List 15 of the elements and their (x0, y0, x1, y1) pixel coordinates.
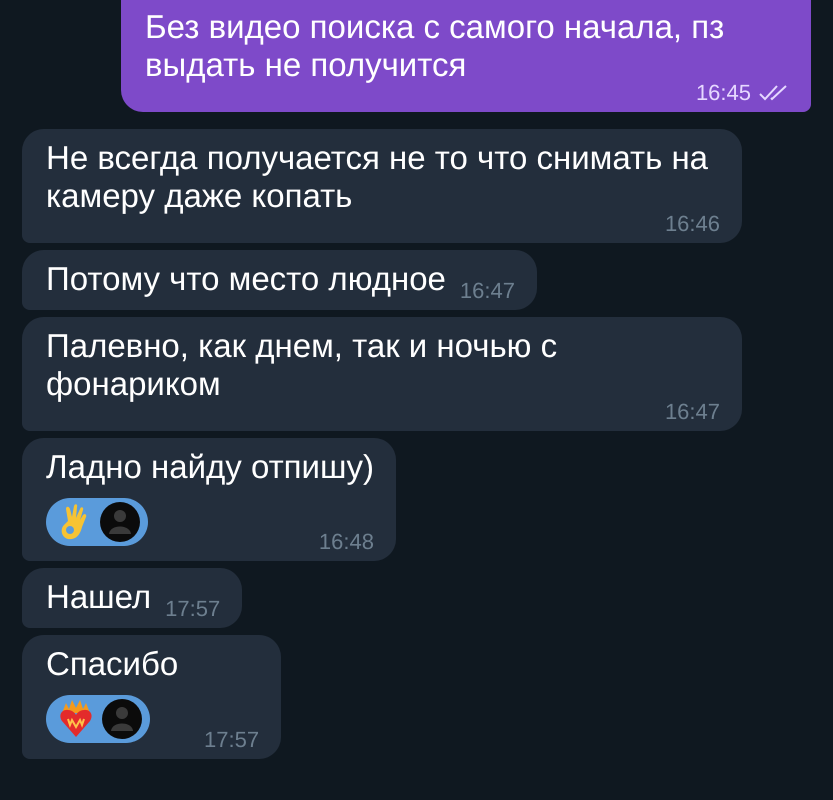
burning-heart-icon (58, 699, 94, 739)
message-time: 16:47 (664, 399, 720, 425)
message-text: Ладно найду отпишу) (46, 448, 374, 486)
message-time: 17:57 (165, 596, 220, 622)
avatar-icon (100, 502, 140, 542)
avatar-icon (102, 699, 142, 739)
message-time: 16:48 (318, 529, 374, 555)
message-time: 17:57 (204, 727, 260, 753)
message-time: 16:47 (460, 278, 515, 304)
reaction-chip[interactable] (46, 498, 148, 546)
reaction-chip[interactable] (46, 695, 150, 743)
message-text: Палевно, как днем, так и ночью с фонариком (46, 327, 558, 403)
message-text: Потому что место людное (46, 260, 446, 298)
message-text: Спасибо (46, 645, 180, 683)
message-text: Нашел (46, 578, 152, 616)
